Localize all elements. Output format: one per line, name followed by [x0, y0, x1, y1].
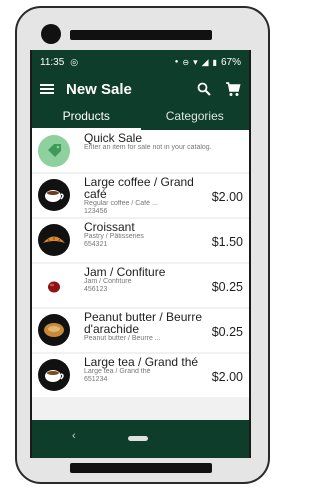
product-row[interactable]: Jam / Confiture Jam / Confiture 456123 $…	[32, 264, 249, 307]
product-name: Large tea / Grand thé	[84, 356, 199, 369]
signal-icon: ◢	[201, 56, 209, 67]
app-bar: 11:35 ◎ ● ⊖ ▾ ◢ ▮ 67% New Sale Products …	[32, 50, 249, 130]
product-name: Peanut butter / Beurre d'arachide	[84, 311, 203, 336]
product-sku: 456123	[84, 286, 108, 293]
product-info: Peanut butter / Beurre d'arachide Peanut…	[84, 311, 206, 343]
product-price: $2.00	[211, 369, 243, 384]
cart-icon[interactable]	[225, 81, 241, 97]
product-description: Large tea / Grand thé	[84, 368, 151, 375]
status-time: 11:35	[40, 56, 65, 68]
front-camera	[41, 24, 61, 44]
system-nav-bar: ‹	[32, 420, 249, 458]
product-info: Jam / Confiture Jam / Confiture 456123	[84, 266, 206, 294]
product-name: Large coffee / Grand café	[84, 176, 194, 201]
earpiece-speaker	[70, 30, 212, 40]
page-title: New Sale	[66, 80, 132, 98]
product-description: Pastry / Pâtisseries	[84, 233, 144, 240]
battery-icon: ▮	[212, 57, 217, 67]
back-icon[interactable]: ‹	[72, 430, 76, 442]
home-pill-icon[interactable]	[128, 436, 148, 441]
app-screen: 11:35 ◎ ● ⊖ ▾ ◢ ▮ 67% New Sale Products …	[30, 50, 251, 458]
product-name: Croissant	[84, 221, 135, 234]
tab-products[interactable]: Products	[32, 104, 141, 130]
tab-categories[interactable]: Categories	[141, 104, 250, 130]
coffee-cup-icon	[38, 179, 70, 211]
menu-icon[interactable]	[40, 84, 54, 94]
status-bar: 11:35 ◎ ● ⊖ ▾ ◢ ▮ 67%	[32, 50, 249, 74]
bottom-speaker	[70, 463, 212, 473]
product-name: Jam / Confiture	[84, 266, 166, 279]
product-sku: 654321	[84, 241, 108, 248]
product-row[interactable]: Large coffee / Grand café Regular coffee…	[32, 174, 249, 217]
product-row[interactable]: Croissant Pastry / Pâtisseries 654321 $1…	[32, 219, 249, 262]
product-info: Croissant Pastry / Pâtisseries 654321	[84, 221, 206, 249]
search-icon[interactable]	[197, 82, 211, 96]
battery-level: 67%	[220, 56, 241, 68]
key-icon: ⊖	[182, 57, 190, 67]
product-info: Large coffee / Grand café Regular coffee…	[84, 176, 206, 216]
tea-cup-icon	[38, 359, 70, 391]
notification-icon: ◎	[70, 56, 79, 67]
dot-icon: ●	[174, 59, 179, 65]
product-row[interactable]: Peanut butter / Beurre d'arachide Peanut…	[32, 309, 249, 352]
product-sku: 123456	[84, 208, 108, 215]
product-price: $0.25	[211, 279, 243, 294]
product-price: $2.00	[211, 189, 243, 204]
quick-sale-title: Quick Sale	[84, 132, 143, 145]
product-list: Quick Sale Enter an item for sale not in…	[32, 130, 249, 399]
tab-bar: Products Categories	[32, 104, 249, 130]
product-price: $1.50	[211, 234, 243, 249]
croissant-icon	[38, 224, 70, 256]
quick-sale-info: Quick Sale Enter an item for sale not in…	[84, 132, 243, 152]
product-description: Jam / Confiture	[84, 278, 132, 285]
product-description: Peanut butter / Beurre ...	[84, 335, 161, 342]
product-description: Regular coffee / Café ...	[84, 200, 158, 207]
tag-icon	[38, 135, 70, 167]
quick-sale-description: Enter an item for sale not in your catal…	[84, 144, 212, 151]
product-row[interactable]: Large tea / Grand thé Large tea / Grand …	[32, 354, 249, 397]
wifi-icon: ▾	[193, 56, 198, 67]
quick-sale-item[interactable]: Quick Sale Enter an item for sale not in…	[32, 130, 249, 172]
toolbar: New Sale	[32, 74, 249, 104]
product-sku: 651234	[84, 376, 108, 383]
peanut-butter-icon	[38, 314, 70, 346]
jam-icon	[38, 269, 70, 301]
product-info: Large tea / Grand thé Large tea / Grand …	[84, 356, 206, 384]
product-price: $0.25	[211, 324, 243, 339]
